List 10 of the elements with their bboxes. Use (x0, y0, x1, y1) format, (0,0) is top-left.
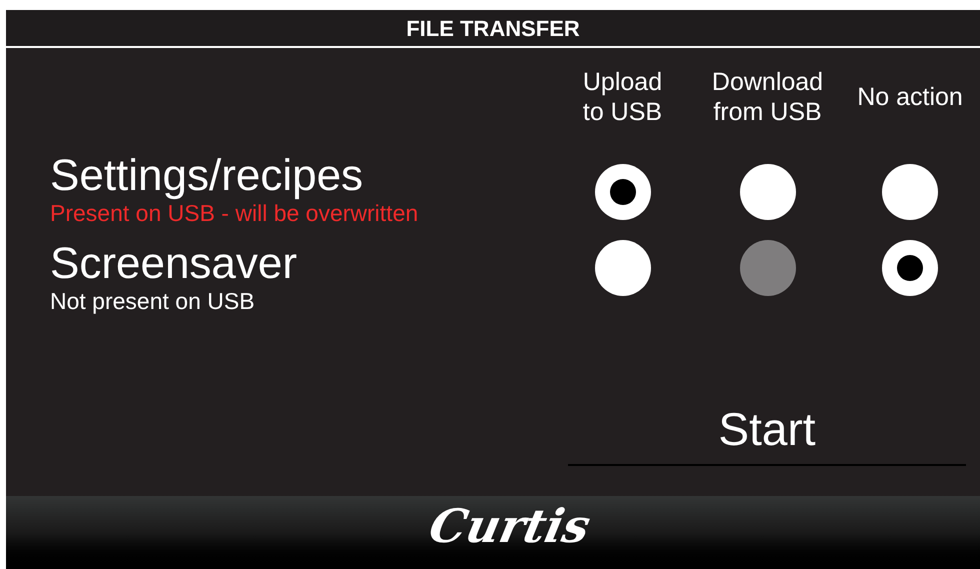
column-header: No action (856, 82, 964, 113)
screen-title: FILE TRANSFER (406, 14, 580, 42)
item-status: Present on USB - will be overwritten (50, 200, 420, 226)
start-button[interactable]: Start (568, 400, 966, 466)
column-header: Upload to USB (582, 67, 664, 128)
item-name: Settings/recipes (50, 152, 364, 200)
logo: Curtis (423, 498, 596, 555)
item-name: Screensaver (50, 240, 298, 288)
item-status: Not present on USB (50, 288, 256, 314)
column-header: Download from USB (710, 67, 824, 128)
